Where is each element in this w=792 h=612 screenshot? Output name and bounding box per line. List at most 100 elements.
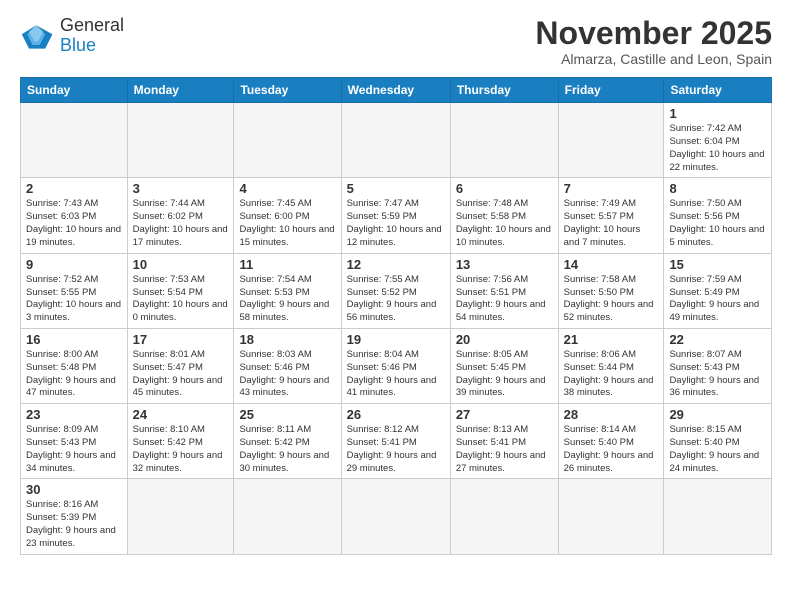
calendar-header-monday: Monday <box>127 78 234 103</box>
calendar-day <box>127 103 234 178</box>
day-info: Sunrise: 8:01 AM Sunset: 5:47 PM Dayligh… <box>133 349 229 400</box>
calendar-header-row: SundayMondayTuesdayWednesdayThursdayFrid… <box>21 78 772 103</box>
day-number: 11 <box>239 257 335 272</box>
calendar-day <box>127 479 234 554</box>
day-number: 23 <box>26 407 122 422</box>
day-number: 8 <box>669 181 766 196</box>
day-number: 22 <box>669 332 766 347</box>
day-number: 17 <box>133 332 229 347</box>
calendar-day: 12 Sunrise: 7:55 AM Sunset: 5:52 PM Dayli… <box>341 253 450 328</box>
calendar-day: 15Sunrise: 7:59 AM Sunset: 5:49 PM Dayli… <box>664 253 772 328</box>
calendar-day: 21Sunrise: 8:06 AM Sunset: 5:44 PM Dayli… <box>558 328 664 403</box>
day-info: Sunrise: 8:13 AM Sunset: 5:41 PM Dayligh… <box>456 424 553 475</box>
calendar-day: 7 Sunrise: 7:49 AM Sunset: 5:57 PM Daylig… <box>558 178 664 253</box>
calendar-day: 8Sunrise: 7:50 AM Sunset: 5:56 PM Daylig… <box>664 178 772 253</box>
day-number: 12 <box>347 257 445 272</box>
day-number: 14 <box>564 257 659 272</box>
calendar-day: 1 Sunrise: 7:42 AM Sunset: 6:04 PM Daylig… <box>664 103 772 178</box>
day-info: Sunrise: 7:43 AM Sunset: 6:03 PM Dayligh… <box>26 198 122 249</box>
calendar-day <box>450 479 558 554</box>
calendar-day: 17 Sunrise: 8:01 AM Sunset: 5:47 PM Dayli… <box>127 328 234 403</box>
day-info: Sunrise: 7:55 AM Sunset: 5:52 PM Dayligh… <box>347 274 445 325</box>
day-info: Sunrise: 8:09 AM Sunset: 5:43 PM Dayligh… <box>26 424 122 475</box>
day-number: 25 <box>239 407 335 422</box>
day-info: Sunrise: 8:04 AM Sunset: 5:46 PM Dayligh… <box>347 349 445 400</box>
day-info: Sunrise: 8:10 AM Sunset: 5:42 PM Dayligh… <box>133 424 229 475</box>
calendar-header-tuesday: Tuesday <box>234 78 341 103</box>
day-number: 19 <box>347 332 445 347</box>
day-number: 30 <box>26 482 122 497</box>
calendar-day: 6 Sunrise: 7:48 AM Sunset: 5:58 PM Daylig… <box>450 178 558 253</box>
calendar-day: 22 Sunrise: 8:07 AM Sunset: 5:43 PM Dayli… <box>664 328 772 403</box>
calendar-week-2: 9 Sunrise: 7:52 AM Sunset: 5:55 PM Daylig… <box>21 253 772 328</box>
calendar-day: 27 Sunrise: 8:13 AM Sunset: 5:41 PM Dayli… <box>450 404 558 479</box>
calendar-day: 20Sunrise: 8:05 AM Sunset: 5:45 PM Dayli… <box>450 328 558 403</box>
day-info: Sunrise: 8:11 AM Sunset: 5:42 PM Dayligh… <box>239 424 335 475</box>
calendar-day <box>21 103 128 178</box>
logo-line1: General <box>60 16 124 36</box>
day-info: Sunrise: 8:07 AM Sunset: 5:43 PM Dayligh… <box>669 349 766 400</box>
calendar-day: 3 Sunrise: 7:44 AM Sunset: 6:02 PM Daylig… <box>127 178 234 253</box>
day-info: Sunrise: 8:14 AM Sunset: 5:40 PM Dayligh… <box>564 424 659 475</box>
day-number: 1 <box>669 106 766 121</box>
calendar-week-5: 30Sunrise: 8:16 AM Sunset: 5:39 PM Dayli… <box>21 479 772 554</box>
calendar-day: 25 Sunrise: 8:11 AM Sunset: 5:42 PM Dayli… <box>234 404 341 479</box>
calendar-week-1: 2Sunrise: 7:43 AM Sunset: 6:03 PM Daylig… <box>21 178 772 253</box>
calendar-day: 9 Sunrise: 7:52 AM Sunset: 5:55 PM Daylig… <box>21 253 128 328</box>
calendar-day: 4Sunrise: 7:45 AM Sunset: 6:00 PM Daylig… <box>234 178 341 253</box>
calendar-day <box>341 479 450 554</box>
logo-line2: Blue <box>60 36 124 56</box>
calendar-day: 5 Sunrise: 7:47 AM Sunset: 5:59 PM Daylig… <box>341 178 450 253</box>
calendar-day: 13 Sunrise: 7:56 AM Sunset: 5:51 PM Dayli… <box>450 253 558 328</box>
calendar-day <box>234 103 341 178</box>
day-number: 3 <box>133 181 229 196</box>
calendar-day <box>558 103 664 178</box>
day-info: Sunrise: 7:42 AM Sunset: 6:04 PM Dayligh… <box>669 123 766 174</box>
calendar-day <box>664 479 772 554</box>
calendar-day: 29Sunrise: 8:15 AM Sunset: 5:40 PM Dayli… <box>664 404 772 479</box>
day-info: Sunrise: 8:15 AM Sunset: 5:40 PM Dayligh… <box>669 424 766 475</box>
day-number: 7 <box>564 181 659 196</box>
location: Almarza, Castille and Leon, Spain <box>535 51 772 67</box>
calendar-day: 14 Sunrise: 7:58 AM Sunset: 5:50 PM Dayli… <box>558 253 664 328</box>
calendar-header-wednesday: Wednesday <box>341 78 450 103</box>
calendar-day: 24Sunrise: 8:10 AM Sunset: 5:42 PM Dayli… <box>127 404 234 479</box>
day-info: Sunrise: 7:49 AM Sunset: 5:57 PM Dayligh… <box>564 198 659 249</box>
day-info: Sunrise: 8:03 AM Sunset: 5:46 PM Dayligh… <box>239 349 335 400</box>
calendar-day: 19 Sunrise: 8:04 AM Sunset: 5:46 PM Dayli… <box>341 328 450 403</box>
calendar-header-friday: Friday <box>558 78 664 103</box>
logo: General Blue <box>20 16 124 56</box>
day-number: 27 <box>456 407 553 422</box>
calendar-day: 10Sunrise: 7:53 AM Sunset: 5:54 PM Dayli… <box>127 253 234 328</box>
day-info: Sunrise: 7:44 AM Sunset: 6:02 PM Dayligh… <box>133 198 229 249</box>
logo-icon <box>20 18 56 54</box>
calendar-day <box>234 479 341 554</box>
day-number: 21 <box>564 332 659 347</box>
calendar-week-4: 23 Sunrise: 8:09 AM Sunset: 5:43 PM Dayli… <box>21 404 772 479</box>
day-number: 6 <box>456 181 553 196</box>
day-info: Sunrise: 7:52 AM Sunset: 5:55 PM Dayligh… <box>26 274 122 325</box>
day-info: Sunrise: 8:12 AM Sunset: 5:41 PM Dayligh… <box>347 424 445 475</box>
calendar-day: 16Sunrise: 8:00 AM Sunset: 5:48 PM Dayli… <box>21 328 128 403</box>
day-number: 13 <box>456 257 553 272</box>
calendar-day: 11Sunrise: 7:54 AM Sunset: 5:53 PM Dayli… <box>234 253 341 328</box>
calendar-day <box>341 103 450 178</box>
calendar-header-thursday: Thursday <box>450 78 558 103</box>
day-number: 5 <box>347 181 445 196</box>
day-info: Sunrise: 7:56 AM Sunset: 5:51 PM Dayligh… <box>456 274 553 325</box>
day-info: Sunrise: 7:47 AM Sunset: 5:59 PM Dayligh… <box>347 198 445 249</box>
day-info: Sunrise: 7:53 AM Sunset: 5:54 PM Dayligh… <box>133 274 229 325</box>
day-info: Sunrise: 7:58 AM Sunset: 5:50 PM Dayligh… <box>564 274 659 325</box>
title-block: November 2025 Almarza, Castille and Leon… <box>535 16 772 67</box>
day-number: 28 <box>564 407 659 422</box>
calendar-day: 28 Sunrise: 8:14 AM Sunset: 5:40 PM Dayli… <box>558 404 664 479</box>
day-info: Sunrise: 7:59 AM Sunset: 5:49 PM Dayligh… <box>669 274 766 325</box>
day-number: 18 <box>239 332 335 347</box>
calendar: SundayMondayTuesdayWednesdayThursdayFrid… <box>20 77 772 555</box>
calendar-header-saturday: Saturday <box>664 78 772 103</box>
calendar-header-sunday: Sunday <box>21 78 128 103</box>
day-info: Sunrise: 7:48 AM Sunset: 5:58 PM Dayligh… <box>456 198 553 249</box>
calendar-week-0: 1 Sunrise: 7:42 AM Sunset: 6:04 PM Daylig… <box>21 103 772 178</box>
day-info: Sunrise: 7:45 AM Sunset: 6:00 PM Dayligh… <box>239 198 335 249</box>
day-number: 9 <box>26 257 122 272</box>
